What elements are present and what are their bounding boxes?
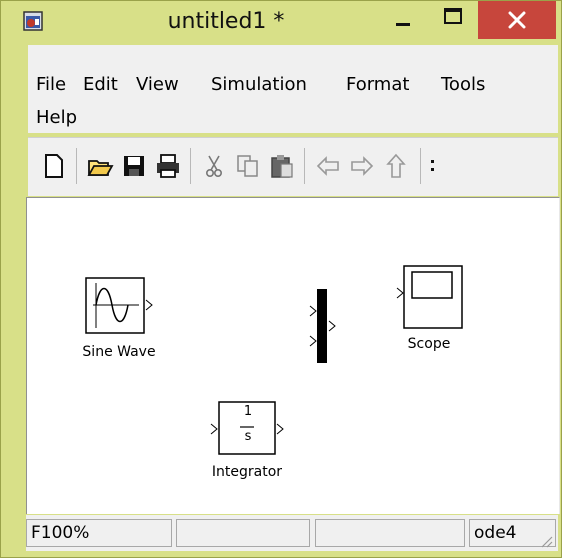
toolbar-separator [190, 148, 191, 184]
menu-format[interactable]: Format [346, 74, 409, 95]
maximize-button[interactable] [433, 1, 475, 41]
scope-label: Scope [407, 336, 451, 352]
forward-arrow-icon[interactable] [348, 152, 376, 180]
zoom-level: 100% [40, 523, 90, 543]
toolbar-separator [420, 148, 421, 184]
scope-block[interactable] [395, 264, 465, 332]
toolbar-separator [76, 148, 77, 184]
integrator-denominator: s [244, 429, 252, 444]
copy-icon[interactable] [234, 152, 262, 180]
toolbar [28, 137, 558, 196]
sine-wave-label: Sine Wave [82, 344, 156, 360]
title-bar: untitled1 * [1, 1, 561, 43]
maximize-icon [444, 8, 462, 24]
close-icon [508, 11, 526, 29]
menu-edit[interactable]: Edit [83, 74, 118, 95]
status-zoom: F100% [26, 519, 172, 547]
open-folder-icon[interactable] [86, 152, 114, 180]
status-bar: F100% ode4 [26, 515, 558, 551]
paste-icon[interactable] [268, 152, 296, 180]
menu-simulation[interactable]: Simulation [211, 74, 307, 95]
menu-tools[interactable]: Tools [441, 74, 485, 95]
cut-icon[interactable] [200, 152, 228, 180]
menu-help[interactable]: Help [36, 107, 77, 128]
minimize-button[interactable] [381, 1, 423, 41]
integrator-numerator: 1 [243, 404, 253, 419]
status-cell-empty-2 [315, 519, 465, 547]
up-arrow-icon[interactable] [382, 152, 410, 180]
simulink-window: untitled1 * File Edit View Simulation Fo… [0, 0, 562, 558]
menu-bar: File Edit View Simulation Format Tools H… [28, 45, 558, 133]
back-arrow-icon[interactable] [314, 152, 342, 180]
mux-block[interactable] [307, 286, 343, 366]
more-icon[interactable] [428, 152, 438, 180]
menu-view[interactable]: View [136, 74, 179, 95]
sine-wave-block[interactable] [84, 276, 156, 336]
status-left-fragment: F [31, 523, 41, 543]
status-cell-empty-1 [176, 519, 310, 547]
model-canvas[interactable]: Sine Wave Scope 1 s Integrator [26, 197, 560, 514]
save-icon[interactable] [120, 152, 148, 180]
resize-grip-icon[interactable] [538, 533, 554, 549]
new-icon[interactable] [40, 152, 68, 180]
menu-file[interactable]: File [36, 74, 66, 95]
close-button[interactable] [478, 1, 556, 39]
toolbar-separator [304, 148, 305, 184]
integrator-label: Integrator [211, 464, 283, 480]
minimize-icon [396, 23, 410, 26]
print-icon[interactable] [154, 152, 182, 180]
